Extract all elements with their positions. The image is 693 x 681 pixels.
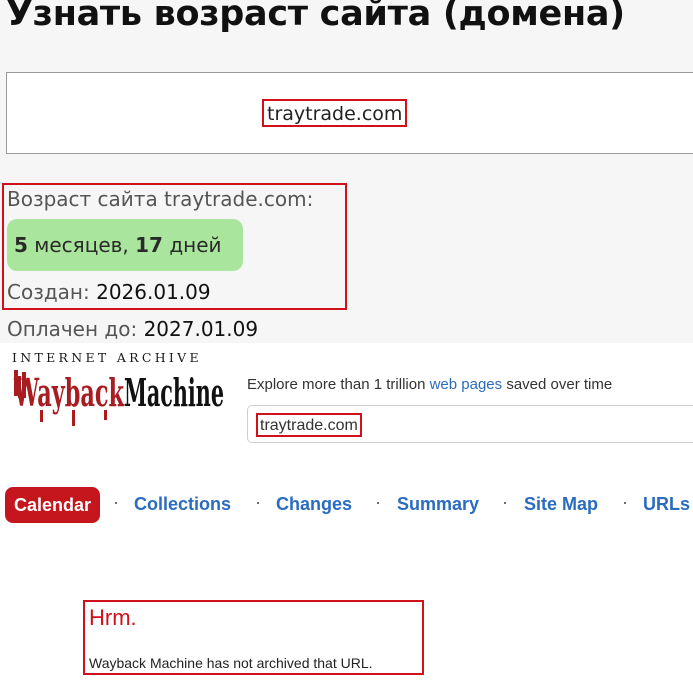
tab-site-map[interactable]: Site Map	[524, 494, 598, 515]
explore-prefix: Explore more than 1 trillion	[247, 376, 426, 393]
tab-summary[interactable]: Summary	[397, 494, 479, 515]
age-days-word: дней	[169, 233, 222, 257]
age-days-number: 17	[135, 233, 163, 257]
nav-separator: ·	[502, 492, 508, 512]
paid-until-row: Оплачен до: 2027.01.09	[7, 317, 258, 341]
error-title: Hrm.	[89, 605, 137, 630]
tab-calendar[interactable]: Calendar	[5, 487, 100, 523]
wayback-nav: Calendar · Collections · Changes · Summa…	[0, 487, 693, 523]
tab-urls[interactable]: URLs	[643, 494, 690, 515]
nav-separator: ·	[375, 492, 381, 512]
domain-input-value[interactable]: traytrade.com	[262, 99, 408, 127]
age-label: Возраст сайта traytrade.com:	[7, 187, 314, 211]
tab-collections[interactable]: Collections	[134, 494, 231, 515]
svg-text:Machine: Machine	[124, 370, 224, 415]
error-message: Wayback Machine has not archived that UR…	[89, 655, 373, 671]
nav-separator: ·	[113, 492, 119, 512]
web-pages-link[interactable]: web pages	[430, 376, 503, 393]
svg-text:Wayback: Wayback	[13, 370, 124, 415]
created-value: 2026.01.09	[96, 280, 211, 304]
age-months-number: 5	[14, 233, 28, 257]
wayback-machine-logo[interactable]: Wayback Machine	[12, 364, 227, 430]
nav-separator: ·	[622, 492, 628, 512]
tab-changes[interactable]: Changes	[276, 494, 352, 515]
explore-text: Explore more than 1 trillion web pages s…	[247, 376, 612, 393]
created-row: Создан: 2026.01.09	[7, 280, 211, 304]
age-badge: 5 месяцев, 17 дней	[7, 219, 243, 271]
age-months-word: месяцев,	[34, 233, 129, 257]
explore-suffix: saved over time	[506, 376, 613, 393]
created-label: Создан:	[7, 280, 90, 304]
wayback-search-value[interactable]: traytrade.com	[256, 413, 362, 437]
paid-until-value: 2027.01.09	[143, 317, 259, 341]
nav-separator: ·	[255, 492, 261, 512]
internet-archive-label: INTERNET ARCHIVE	[12, 350, 202, 365]
page-title: Узнать возраст сайта (домена)	[6, 0, 625, 34]
paid-until-label: Оплачен до:	[7, 317, 138, 341]
